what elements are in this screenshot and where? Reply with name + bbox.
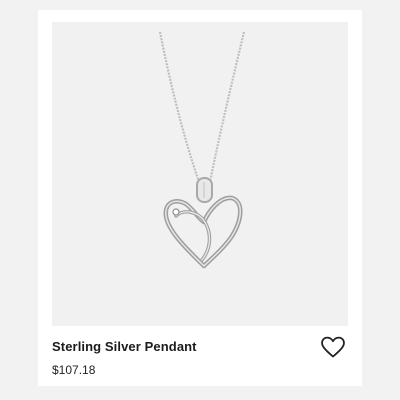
product-title[interactable]: Sterling Silver Pendant — [52, 339, 197, 354]
product-card[interactable]: Sterling Silver Pendant $107.18 — [38, 10, 362, 386]
favorite-button[interactable] — [320, 335, 346, 359]
product-price: $107.18 — [52, 363, 96, 377]
product-image[interactable] — [52, 22, 348, 326]
pendant-illustration — [158, 31, 246, 269]
heart-outline-icon — [321, 336, 345, 358]
product-info: Sterling Silver Pendant $107.18 — [52, 330, 348, 384]
